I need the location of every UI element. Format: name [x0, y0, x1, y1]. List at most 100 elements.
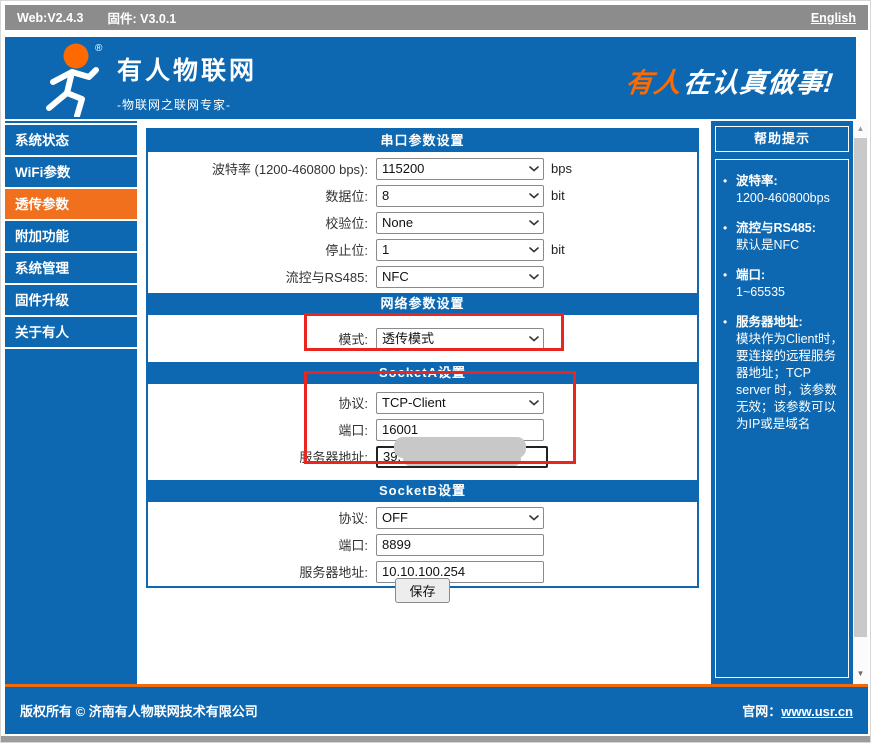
help-title: 帮助提示	[715, 126, 849, 152]
socketa-protocol-label: 协议:	[148, 393, 376, 412]
help-panel: 帮助提示 • 波特率:1200-460800bps • 流控与RS485:默认是…	[711, 121, 853, 684]
help-desc: 1~65535	[736, 284, 785, 301]
baud-rate-select[interactable]: 115200	[376, 158, 544, 180]
baud-rate-label: 波特率 (1200-460800 bps):	[148, 159, 376, 178]
scroll-down-icon[interactable]: ▼	[853, 666, 868, 682]
brand-subtitle: -物联网之联网专家-	[117, 96, 257, 113]
brand-block: 有人物联网 -物联网之联网专家-	[117, 51, 257, 113]
stop-bits-select[interactable]: 1	[376, 239, 544, 261]
socketa-server-address-row: 服务器地址:	[148, 443, 697, 470]
firmware-version-label: 固件: V3.0.1	[107, 8, 176, 27]
socketa-port-label: 端口:	[148, 420, 376, 439]
section-rows: 波特率 (1200-460800 bps):115200 bps 数据位:8 bit 校…	[148, 152, 697, 293]
sidebar-item-additional-functions[interactable]: 附加功能	[5, 221, 137, 253]
settings-form: 串口参数设置波特率 (1200-460800 bps):115200 bps 数据位…	[146, 128, 699, 588]
section-header: 串口参数设置	[148, 130, 697, 152]
scrollbar[interactable]: ▲ ▼	[853, 119, 868, 684]
help-term: 端口:	[736, 267, 785, 284]
brand-slogan: 有人在认真做事!	[624, 61, 836, 100]
stop-bits-label: 停止位:	[148, 240, 376, 259]
help-desc: 模块作为Client时，要连接的远程服务器地址；TCP server 时，该参数…	[736, 331, 843, 433]
socketa-port-input[interactable]	[376, 419, 544, 441]
socketb-port-input[interactable]	[376, 534, 544, 556]
flow-control-rs485-select[interactable]: NFC	[376, 266, 544, 288]
sidebar-item-system-status[interactable]: 系统状态	[5, 125, 137, 157]
section-rows: 协议:OFF端口:服务器地址:	[148, 502, 697, 586]
sidebar: 系统状态 WiFi参数 透传参数 附加功能 系统管理 固件升级 关于有人	[5, 121, 137, 684]
sidebar-item-wifi-params[interactable]: WiFi参数	[5, 157, 137, 189]
unit-label: bit	[551, 242, 565, 257]
section-header: SocketA设置	[148, 362, 697, 384]
scrollbar-thumb[interactable]	[854, 138, 867, 637]
sidebar-menu: 系统状态 WiFi参数 透传参数 附加功能 系统管理 固件升级 关于有人	[5, 123, 137, 349]
browser-viewport: Web:V2.4.3 固件: V3.0.1 English ® 有人物联网 -物…	[0, 0, 871, 743]
data-bits-row: 数据位:8 bit	[148, 182, 697, 209]
save-button[interactable]: 保存	[395, 578, 449, 603]
work-mode-select[interactable]: 透传模式	[376, 328, 544, 350]
section-header: SocketB设置	[148, 480, 697, 502]
bullet-icon: •	[723, 267, 736, 301]
help-term: 服务器地址:	[736, 314, 843, 331]
footer: 版权所有 © 济南有人物联网技术有限公司 官网：www.usr.cn	[5, 687, 868, 734]
socketb-port-row: 端口:	[148, 531, 697, 558]
scroll-up-icon[interactable]: ▲	[853, 121, 868, 137]
save-row: 保存	[146, 578, 699, 603]
sidebar-item-transparent-params[interactable]: 透传参数	[5, 189, 137, 221]
work-mode-row: 模式:透传模式	[148, 325, 697, 352]
parity-row: 校验位:None	[148, 209, 697, 236]
english-link[interactable]: English	[811, 11, 856, 25]
brand-header: ® 有人物联网 -物联网之联网专家- 有人在认真做事!	[5, 37, 856, 119]
sidebar-item-about-usr[interactable]: 关于有人	[5, 317, 137, 349]
version-bar: Web:V2.4.3 固件: V3.0.1 English	[5, 5, 868, 30]
main-area: 系统状态 WiFi参数 透传参数 附加功能 系统管理 固件升级 关于有人 串口参…	[5, 119, 868, 684]
work-mode-label: 模式:	[148, 329, 376, 348]
parity-label: 校验位:	[148, 213, 376, 232]
socketb-port-label: 端口:	[148, 535, 376, 554]
help-list: • 波特率:1200-460800bps • 流控与RS485:默认是NFC •…	[716, 160, 848, 433]
unit-label: bps	[551, 161, 572, 176]
sidebar-item-firmware-upgrade[interactable]: 固件升级	[5, 285, 137, 317]
flow-control-rs485-row: 流控与RS485:NFC	[148, 263, 697, 290]
help-term: 流控与RS485:	[736, 220, 816, 237]
bullet-icon: •	[723, 314, 736, 433]
website-block: 官网：www.usr.cn	[742, 701, 853, 720]
section-rows: 协议:TCP-Client端口:服务器地址:	[148, 384, 697, 480]
baud-rate-row: 波特率 (1200-460800 bps):115200 bps	[148, 155, 697, 182]
bullet-icon: •	[723, 220, 736, 254]
help-item: • 服务器地址:模块作为Client时，要连接的远程服务器地址；TCP serv…	[723, 314, 843, 433]
section-header: 网络参数设置	[148, 293, 697, 315]
socketa-port-row: 端口:	[148, 416, 697, 443]
data-bits-select[interactable]: 8	[376, 185, 544, 207]
flow-control-rs485-label: 流控与RS485:	[148, 267, 376, 286]
slogan-white-text: 在认真做事!	[682, 68, 835, 98]
help-item: • 端口:1~65535	[723, 267, 843, 301]
window-edge	[1, 736, 871, 743]
website-label: 官网：	[742, 704, 781, 719]
unit-label: bit	[551, 188, 565, 203]
stop-bits-row: 停止位:1 bit	[148, 236, 697, 263]
help-desc: 默认是NFC	[736, 237, 816, 254]
parity-select[interactable]: None	[376, 212, 544, 234]
sidebar-item-system-management[interactable]: 系统管理	[5, 253, 137, 285]
web-version-label: Web:V2.4.3	[17, 11, 83, 25]
socketb-protocol-label: 协议:	[148, 508, 376, 527]
socketa-protocol-select[interactable]: TCP-Client	[376, 392, 544, 414]
socketb-protocol-select[interactable]: OFF	[376, 507, 544, 529]
copyright-text: 版权所有 © 济南有人物联网技术有限公司	[20, 701, 258, 720]
section-rows: 模式:透传模式	[148, 315, 697, 362]
usr-logo-icon: ®	[39, 41, 109, 117]
content-area: 串口参数设置波特率 (1200-460800 bps):115200 bps 数据位…	[140, 121, 711, 684]
help-desc: 1200-460800bps	[736, 190, 830, 207]
brand-title: 有人物联网	[117, 51, 257, 87]
registered-mark: ®	[95, 43, 103, 54]
socketb-protocol-row: 协议:OFF	[148, 504, 697, 531]
socketa-server-address-label: 服务器地址:	[148, 447, 376, 466]
socketa-server-address-input[interactable]	[376, 446, 548, 468]
socketa-protocol-row: 协议:TCP-Client	[148, 389, 697, 416]
data-bits-label: 数据位:	[148, 186, 376, 205]
website-link[interactable]: www.usr.cn	[781, 704, 853, 719]
help-body: • 波特率:1200-460800bps • 流控与RS485:默认是NFC •…	[715, 159, 849, 678]
help-item: • 波特率:1200-460800bps	[723, 173, 843, 207]
slogan-orange-text: 有人	[624, 68, 683, 98]
help-term: 波特率:	[736, 173, 830, 190]
